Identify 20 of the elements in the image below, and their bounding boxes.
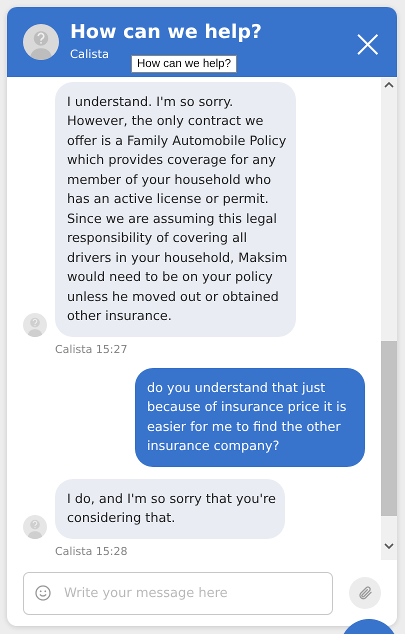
message-meta: Calista 15:27 [55, 343, 129, 356]
message-field[interactable]: Write your message here [23, 572, 333, 614]
message-meta: Calista 15:28 [55, 545, 129, 558]
avatar-icon [23, 313, 47, 337]
scrollbar[interactable] [381, 77, 397, 560]
chat-title: How can we help? [70, 21, 263, 43]
paperclip-icon [357, 585, 373, 601]
scroll-thumb[interactable] [381, 341, 397, 516]
scroll-up-icon[interactable] [384, 81, 394, 89]
agent-name: Calista [70, 47, 110, 61]
agent-message: I understand. I'm so sorry. However, the only contract we offer is a Family Automobile Policy which provides coverage for any member of your household who has an active license or permit. Since we are assuming this legal responsibility of covering all drivers in your household, Maksim would need to be on your policy unless he moved out or obtained other insurance. [55, 82, 296, 337]
scroll-down-icon[interactable] [384, 542, 394, 550]
avatar-icon [23, 515, 47, 539]
user-message: do you understand that just because of insurance price it is easier for me to find the other insurance company? [135, 368, 365, 467]
agent-message: I do, and I'm so sorry that you're considering that. [55, 479, 285, 539]
tooltip: How can we help? [131, 55, 237, 73]
attach-button[interactable] [349, 577, 381, 609]
avatar-icon [23, 24, 59, 60]
emoji-icon[interactable] [35, 584, 51, 600]
close-button[interactable]: × [351, 24, 383, 60]
